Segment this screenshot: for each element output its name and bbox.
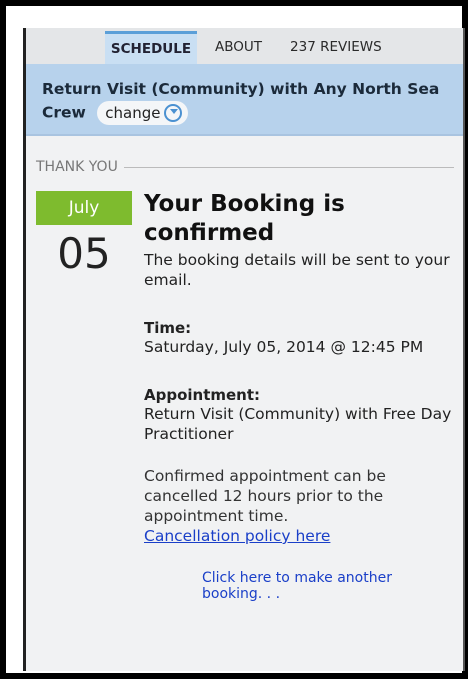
- section-heading: THANK YOU: [36, 159, 454, 175]
- header-title-block: Return Visit (Community) with Any North …: [42, 78, 442, 125]
- time-value: Saturday, July 05, 2014 @ 12:45 PM: [144, 338, 424, 356]
- date-month: July: [36, 191, 132, 225]
- time-label: Time:: [144, 319, 192, 337]
- change-label: change: [105, 103, 161, 122]
- date-day: 05: [57, 229, 111, 278]
- photo-frame: SCHEDULE ABOUT 237 REVIEWS Return Visit …: [6, 6, 465, 673]
- tab-schedule[interactable]: SCHEDULE: [105, 31, 197, 64]
- section-divider: [123, 166, 454, 168]
- section-heading-label: THANK YOU: [36, 159, 118, 175]
- phone-screen: SCHEDULE ABOUT 237 REVIEWS Return Visit …: [23, 28, 465, 671]
- appointment-value: Return Visit (Community) with Free Day P…: [144, 405, 452, 443]
- cancel-note: Confirmed appointment can be cancelled 1…: [144, 467, 386, 525]
- tab-reviews[interactable]: 237 REVIEWS: [290, 31, 382, 64]
- confirmation-details: Your Booking is confirmed The booking de…: [144, 190, 456, 546]
- appointment-label: Appointment:: [144, 386, 261, 404]
- booking-header: Return Visit (Community) with Any North …: [26, 64, 463, 136]
- tab-about[interactable]: ABOUT: [215, 31, 262, 64]
- cancellation-policy-link[interactable]: Cancellation policy here: [144, 526, 456, 546]
- confirmation-title: Your Booking is confirmed: [144, 191, 345, 246]
- tab-bar: SCHEDULE ABOUT 237 REVIEWS: [26, 28, 463, 64]
- confirmation-subtitle: The booking details will be sent to your…: [144, 251, 450, 289]
- date-badge: July 05: [36, 191, 132, 283]
- change-button[interactable]: change: [97, 101, 189, 125]
- another-booking-link[interactable]: Click here to make another booking. . .: [202, 570, 452, 602]
- chevron-down-icon: [164, 104, 183, 122]
